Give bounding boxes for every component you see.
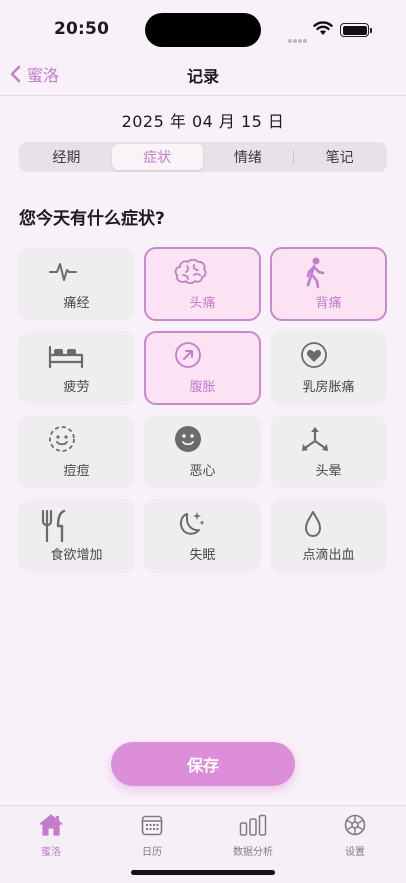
- symptom-bloating[interactable]: 腹胀: [144, 331, 261, 405]
- record-date: 2025 年 04 月 15 日: [121, 112, 285, 131]
- tab-notes[interactable]: 笔记: [294, 144, 385, 170]
- smiley-face-icon: [174, 425, 204, 455]
- tabbar-label: 设置: [345, 847, 365, 858]
- symptom-spotting[interactable]: 点滴出血: [270, 499, 387, 573]
- save-button[interactable]: 保存: [111, 742, 295, 786]
- symptom-backache[interactable]: 背痛: [270, 247, 387, 321]
- symptom-label: 恶心: [189, 464, 216, 479]
- symptom-question: 您今天有什么症状?: [19, 209, 165, 229]
- page-title: 记录: [186, 67, 219, 86]
- symptom-headache[interactable]: 头痛: [144, 247, 261, 321]
- tabbar-item-calendar[interactable]: 日历: [112, 812, 192, 858]
- record-type-tabs: 经期 症状 情绪 笔记: [19, 142, 387, 172]
- symptom-label: 头痛: [189, 296, 216, 311]
- symptom-fatigue[interactable]: 疲劳: [18, 331, 135, 405]
- symptom-acne[interactable]: 痘痘: [18, 415, 135, 489]
- tab-period[interactable]: 经期: [21, 144, 112, 170]
- symptom-grid: 痛经 头痛 背痛 疲劳 腹胀 乳房胀痛 痘痘 恶心 头晕 食欲增加 失眠 点滴出…: [18, 247, 388, 573]
- fork-knife-icon: [40, 509, 70, 543]
- symptom-label: 点滴出血: [302, 548, 355, 563]
- drop-icon: [300, 509, 330, 539]
- wifi-icon: [313, 21, 333, 40]
- home-indicator: [131, 870, 275, 875]
- symptom-dizziness[interactable]: 头晕: [270, 415, 387, 489]
- symptom-label: 背痛: [315, 296, 342, 311]
- home-icon: [11, 812, 91, 838]
- symptom-label: 头晕: [315, 464, 342, 479]
- symptom-breast-tenderness[interactable]: 乳房胀痛: [270, 331, 387, 405]
- symptom-cramps[interactable]: 痛经: [18, 247, 135, 321]
- symptom-nausea[interactable]: 恶心: [144, 415, 261, 489]
- symptom-label: 失眠: [189, 548, 216, 563]
- pulse-icon: [48, 257, 78, 287]
- tab-mood[interactable]: 情绪: [203, 144, 294, 170]
- dynamic-island: [145, 13, 261, 47]
- moon-stars-icon: [174, 509, 205, 539]
- symptom-label: 腹胀: [189, 380, 216, 395]
- symptom-label: 疲劳: [63, 380, 90, 395]
- tabbar-label: 数据分析: [233, 847, 273, 858]
- heart-circle-icon: [300, 341, 330, 371]
- tabbar-item-settings[interactable]: 设置: [315, 812, 395, 858]
- calendar-icon: [112, 812, 192, 838]
- symptom-increased-appetite[interactable]: 食欲增加: [18, 499, 135, 573]
- gear-icon: [315, 812, 395, 838]
- arrows-spread-icon: [300, 425, 330, 455]
- symptom-label: 痛经: [63, 296, 90, 311]
- symptom-label: 食欲增加: [50, 548, 103, 563]
- bar-chart-icon: [213, 812, 293, 838]
- tabbar-label: 日历: [142, 847, 162, 858]
- status-bar: 20:50: [0, 0, 406, 58]
- symptom-insomnia[interactable]: 失眠: [144, 499, 261, 573]
- brain-icon: [174, 257, 207, 287]
- tabbar-item-home[interactable]: 蜜洛: [11, 812, 91, 858]
- bed-icon: [48, 341, 84, 371]
- symptom-label: 痘痘: [63, 464, 90, 479]
- battery-icon: [340, 23, 372, 37]
- arrow-up-right-circle-icon: [174, 341, 204, 371]
- navigation-bar: 蜜洛 记录: [0, 58, 406, 96]
- signal-icon: [288, 28, 308, 47]
- tabbar-item-analytics[interactable]: 数据分析: [213, 812, 293, 858]
- tabbar-label: 蜜洛: [41, 847, 61, 858]
- status-time: 20:50: [54, 19, 110, 39]
- dashed-face-icon: [48, 425, 78, 455]
- walking-person-icon: [300, 257, 330, 289]
- symptom-label: 乳房胀痛: [302, 380, 355, 395]
- tab-symptoms[interactable]: 症状: [111, 144, 203, 170]
